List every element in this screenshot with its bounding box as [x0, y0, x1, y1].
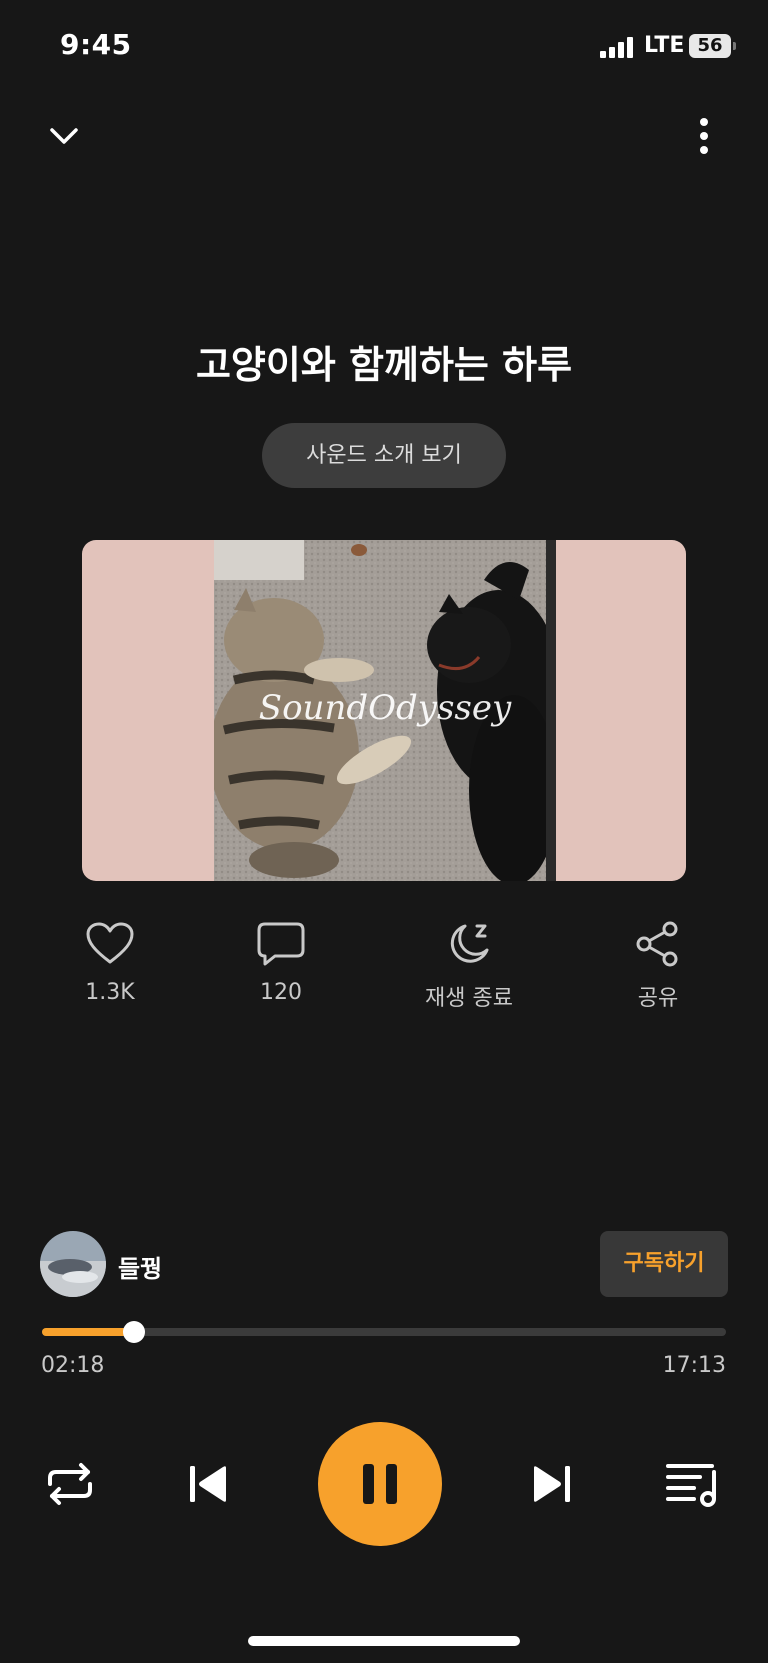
sleep-timer-label: 재생 종료 [425, 986, 513, 1011]
chevron-down-icon [50, 128, 78, 144]
like-button[interactable]: 1.3K [40, 920, 180, 1005]
artwork: SoundOdyssey [82, 540, 686, 881]
comment-button[interactable]: 120 [211, 920, 351, 1005]
total-duration: 17:13 [662, 1353, 726, 1378]
avatar[interactable] [40, 1231, 106, 1297]
more-vertical-icon [700, 118, 708, 154]
progress-fill [42, 1328, 134, 1336]
share-icon [636, 921, 678, 967]
status-time: 9:45 [60, 28, 132, 61]
avatar-image [40, 1231, 106, 1297]
skip-previous-icon [190, 1466, 226, 1502]
playlist-button[interactable] [664, 1460, 720, 1508]
network-type: LTE [644, 33, 685, 58]
subscribe-button[interactable]: 구독하기 [600, 1231, 728, 1297]
skip-next-icon [534, 1466, 570, 1502]
next-button[interactable] [530, 1462, 574, 1506]
sound-intro-button[interactable]: 사운드 소개 보기 [262, 423, 506, 488]
progress-thumb[interactable] [122, 1321, 145, 1343]
sleep-timer-button[interactable]: 재생 종료 [399, 920, 539, 1012]
collapse-player-button[interactable] [40, 112, 88, 160]
artwork-watermark: SoundOdyssey [258, 688, 512, 728]
elapsed-time: 02:18 [41, 1353, 105, 1378]
share-label: 공유 [637, 986, 679, 1011]
repeat-icon [48, 1463, 92, 1505]
share-button[interactable]: 공유 [588, 920, 728, 1012]
signal-strength-icon [600, 36, 636, 58]
moon-sleep-icon [450, 924, 489, 963]
pause-button[interactable] [318, 1422, 442, 1546]
home-indicator [248, 1636, 520, 1646]
heart-icon [86, 922, 134, 964]
track-title: 고양이와 함께하는 하루 [195, 343, 573, 387]
battery-icon: 56 [689, 34, 731, 58]
like-count: 1.3K [85, 980, 135, 1005]
comment-count: 120 [260, 980, 302, 1005]
comment-icon [257, 922, 305, 966]
playlist-icon [666, 1464, 716, 1507]
previous-button[interactable] [186, 1462, 230, 1506]
pause-icon [363, 1464, 397, 1504]
creator-name[interactable]: 들꿩 [118, 1249, 162, 1284]
repeat-button[interactable] [44, 1460, 96, 1508]
battery-tip [733, 42, 736, 50]
more-options-button[interactable] [680, 112, 728, 160]
